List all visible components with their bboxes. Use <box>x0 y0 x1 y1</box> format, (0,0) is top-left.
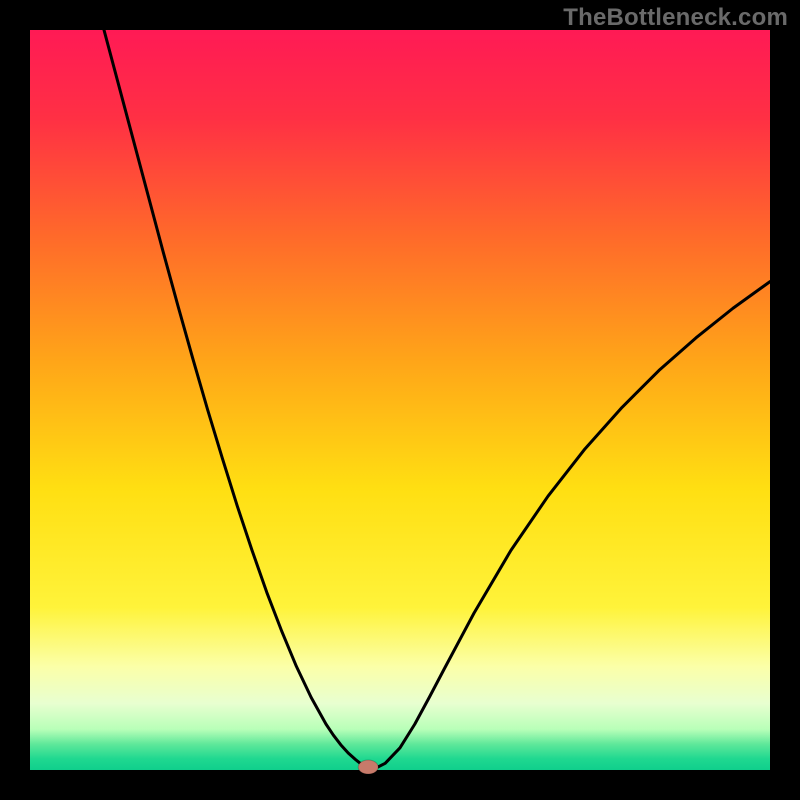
watermark-text: TheBottleneck.com <box>563 4 788 32</box>
optimum-marker <box>358 760 378 774</box>
chart-svg <box>0 0 800 800</box>
bottleneck-chart <box>0 0 800 800</box>
plot-area <box>30 30 770 770</box>
